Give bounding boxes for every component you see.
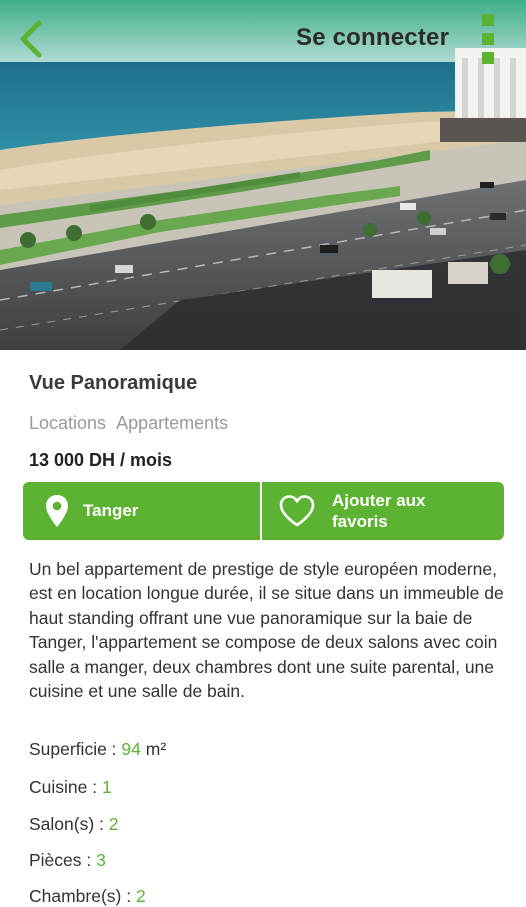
spec-value: 2 <box>108 814 119 834</box>
spec-pieces: Pièces : 3 <box>29 850 106 871</box>
spec-chambres: Chambre(s) : 2 <box>29 886 146 907</box>
city-label: Tanger <box>83 501 139 520</box>
listing-title: Vue Panoramique <box>29 372 198 394</box>
spec-salons: Salon(s) : 2 <box>29 814 118 835</box>
login-button[interactable]: Se connecter <box>296 24 449 56</box>
spec-value: 1 <box>101 777 112 797</box>
spec-label: Chambre(s) : <box>29 886 136 906</box>
listing-description: Un bel appartement de prestige de style … <box>29 559 504 702</box>
spec-superficie: Superficie : 94 m² <box>29 739 166 760</box>
add-to-favorites-button[interactable]: Ajouter aux favoris <box>262 482 504 540</box>
back-button[interactable] <box>10 16 50 62</box>
map-pin-icon <box>46 495 68 527</box>
chevron-left-icon <box>20 20 42 58</box>
city-button[interactable]: Tanger <box>23 482 262 540</box>
menu-dot <box>482 52 494 64</box>
top-bar: Se connecter <box>0 0 526 80</box>
spec-value: 3 <box>96 850 106 870</box>
menu-dot <box>482 33 494 45</box>
spec-label: Cuisine : <box>29 777 102 797</box>
listing-price: 13 000 DH / mois <box>29 450 173 470</box>
overflow-menu-button[interactable] <box>474 12 502 66</box>
favorites-label: Ajouter aux favoris <box>332 491 426 531</box>
category-path: Locations Appartements <box>29 413 234 434</box>
spec-value: 2 <box>135 886 146 906</box>
action-bar: Tanger Ajouter aux favoris <box>23 482 504 540</box>
vertical-dots-icon <box>482 14 494 26</box>
spec-label: Pièces : <box>29 850 97 870</box>
spec-value: 94 <box>121 739 141 759</box>
category-locations[interactable]: Locations <box>29 413 106 433</box>
spec-cuisine: Cuisine : 1 <box>29 777 112 798</box>
spec-unit: m² <box>140 739 167 759</box>
category-appartements[interactable]: Appartements <box>116 413 228 433</box>
heart-icon <box>279 495 315 527</box>
spec-label: Superficie : <box>29 739 122 759</box>
spec-label: Salon(s) : <box>29 814 109 834</box>
